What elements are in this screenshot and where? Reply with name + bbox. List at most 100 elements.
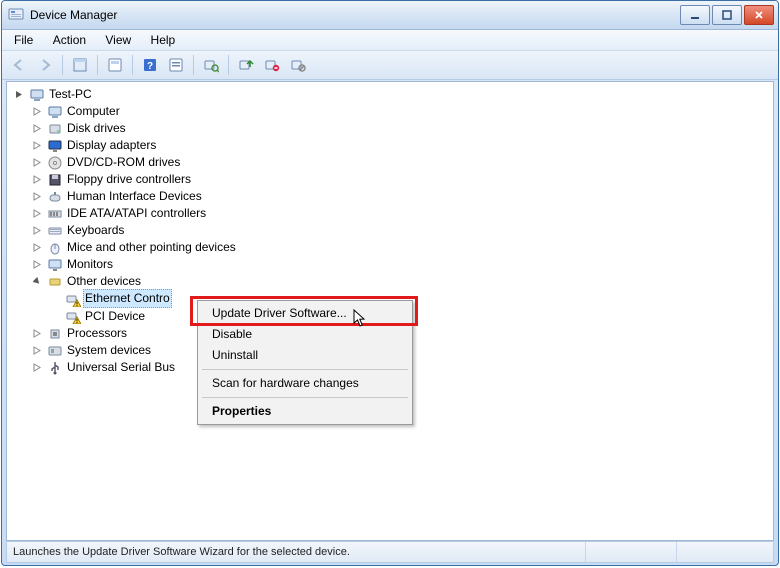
- expander-icon[interactable]: [31, 140, 43, 152]
- expander-icon[interactable]: [13, 89, 25, 101]
- expander-icon[interactable]: [31, 276, 43, 288]
- forward-button[interactable]: [33, 53, 57, 77]
- processor-icon: [47, 326, 63, 342]
- show-hidden-button[interactable]: [68, 53, 92, 77]
- expander-icon[interactable]: [31, 106, 43, 118]
- menu-bar: File Action View Help: [2, 30, 778, 51]
- expander-icon[interactable]: [31, 191, 43, 203]
- menu-view[interactable]: View: [97, 30, 139, 50]
- title-bar: Device Manager: [2, 1, 778, 30]
- tree-item-label: Mice and other pointing devices: [67, 239, 236, 256]
- tree-item-label: IDE ATA/ATAPI controllers: [67, 205, 206, 222]
- status-cell: [585, 542, 676, 562]
- status-text: Launches the Update Driver Software Wiza…: [13, 542, 585, 562]
- expander-icon[interactable]: [31, 328, 43, 340]
- device-tree[interactable]: Test-PC ComputerDisk drivesDisplay adapt…: [6, 81, 774, 541]
- tree-item-cat-4[interactable]: Floppy drive controllers: [29, 171, 191, 188]
- app-icon: [8, 7, 24, 23]
- tree-item-cat-5[interactable]: Human Interface Devices: [29, 188, 202, 205]
- properties-button[interactable]: [103, 53, 127, 77]
- toolbar: ?: [2, 51, 778, 80]
- tree-item-cat-2[interactable]: Display adapters: [29, 137, 156, 154]
- tree-item-cat2-2[interactable]: Universal Serial Bus: [29, 359, 175, 376]
- warn-chip-icon: [65, 291, 81, 307]
- expander-icon[interactable]: [31, 362, 43, 374]
- tree-item-label: System devices: [67, 342, 151, 359]
- action-button[interactable]: [164, 53, 188, 77]
- scan-hardware-button[interactable]: [199, 53, 223, 77]
- tree-item-cat-8[interactable]: Mice and other pointing devices: [29, 239, 236, 256]
- tree-item-label: Human Interface Devices: [67, 188, 202, 205]
- expander-icon[interactable]: [31, 259, 43, 271]
- update-driver-button[interactable]: [234, 53, 258, 77]
- expander-icon[interactable]: [31, 174, 43, 186]
- expander-icon[interactable]: [31, 157, 43, 169]
- disk-icon: [47, 121, 63, 137]
- window-title: Device Manager: [30, 8, 680, 22]
- tree-item-cat-0[interactable]: Computer: [29, 103, 120, 120]
- tree-item-label: Ethernet Contro: [83, 289, 172, 308]
- other-icon: [47, 274, 63, 290]
- tree-item-cat-6[interactable]: IDE ATA/ATAPI controllers: [29, 205, 206, 222]
- monitor-icon: [47, 257, 63, 273]
- floppy-icon: [47, 172, 63, 188]
- tree-item-cat-3[interactable]: DVD/CD-ROM drives: [29, 154, 180, 171]
- close-button[interactable]: [744, 5, 774, 25]
- mouse-icon: [47, 240, 63, 256]
- svg-text:?: ?: [147, 61, 153, 72]
- ide-icon: [47, 206, 63, 222]
- tree-item-label: Floppy drive controllers: [67, 171, 191, 188]
- disable-button[interactable]: [286, 53, 310, 77]
- tree-item-other-child-1[interactable]: PCI Device: [47, 308, 145, 325]
- computer-icon: [29, 87, 45, 103]
- tree-item-label: Keyboards: [67, 222, 124, 239]
- dvd-icon: [47, 155, 63, 171]
- tree-item-label: Computer: [67, 103, 120, 120]
- keyboard-icon: [47, 223, 63, 239]
- tree-item-label: Display adapters: [67, 137, 156, 154]
- ctx-separator: [202, 397, 408, 398]
- tree-item-cat-1[interactable]: Disk drives: [29, 120, 126, 137]
- hid-icon: [47, 189, 63, 205]
- expander-icon[interactable]: [31, 225, 43, 237]
- tree-item-other-child-0[interactable]: Ethernet Contro: [47, 290, 172, 307]
- display-icon: [47, 138, 63, 154]
- tree-item-label: DVD/CD-ROM drives: [67, 154, 180, 171]
- computer-icon: [47, 104, 63, 120]
- menu-help[interactable]: Help: [143, 30, 184, 50]
- expander-icon[interactable]: [31, 242, 43, 254]
- tree-item-label: Disk drives: [67, 120, 126, 137]
- tree-item-cat2-0[interactable]: Processors: [29, 325, 127, 342]
- ctx-update-driver[interactable]: Update Driver Software...: [200, 303, 410, 324]
- expander-placeholder: [49, 293, 61, 305]
- tree-root-label[interactable]: Test-PC: [49, 86, 92, 103]
- expander-icon[interactable]: [31, 123, 43, 135]
- tree-item-label: Universal Serial Bus: [67, 359, 175, 376]
- expander-icon[interactable]: [31, 208, 43, 220]
- tree-item-cat-9[interactable]: Monitors: [29, 256, 113, 273]
- status-bar: Launches the Update Driver Software Wiza…: [6, 541, 774, 563]
- ctx-uninstall[interactable]: Uninstall: [200, 345, 410, 366]
- back-button[interactable]: [7, 53, 31, 77]
- ctx-separator: [202, 369, 408, 370]
- tree-item-other-devices[interactable]: Other devices: [29, 273, 141, 290]
- tree-item-label: Other devices: [67, 273, 141, 290]
- maximize-button[interactable]: [712, 5, 742, 25]
- tree-item-label: Monitors: [67, 256, 113, 273]
- help-button[interactable]: ?: [138, 53, 162, 77]
- warn-chip-icon: [65, 308, 81, 324]
- expander-placeholder: [49, 310, 61, 322]
- ctx-scan[interactable]: Scan for hardware changes: [200, 373, 410, 394]
- tree-item-cat2-1[interactable]: System devices: [29, 342, 151, 359]
- ctx-disable[interactable]: Disable: [200, 324, 410, 345]
- expander-icon[interactable]: [31, 345, 43, 357]
- tree-item-label: PCI Device: [85, 308, 145, 325]
- tree-item-cat-7[interactable]: Keyboards: [29, 222, 124, 239]
- menu-action[interactable]: Action: [45, 30, 94, 50]
- uninstall-button[interactable]: [260, 53, 284, 77]
- menu-file[interactable]: File: [6, 30, 41, 50]
- ctx-properties[interactable]: Properties: [200, 401, 410, 422]
- minimize-button[interactable]: [680, 5, 710, 25]
- system-icon: [47, 343, 63, 359]
- tree-item-label: Processors: [67, 325, 127, 342]
